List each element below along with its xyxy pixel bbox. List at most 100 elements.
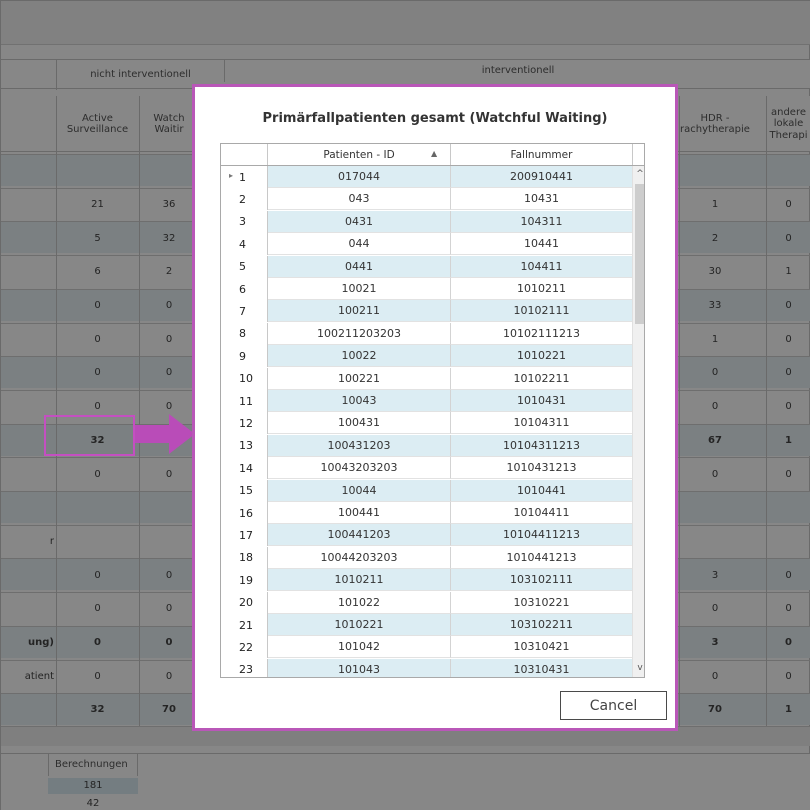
row-number: 19 [221,569,268,592]
background-cell [1,222,56,254]
row-number-label: 11 [239,394,253,408]
table-row[interactable]: 10 100221 10102211 [221,367,633,390]
patient-id-cell[interactable]: 100221 [268,367,451,390]
row-number-label: 5 [239,260,246,274]
case-number-cell[interactable]: 10310221 [451,591,633,614]
case-number-cell[interactable]: 10310431 [451,658,633,677]
background-cell: 0 [785,333,792,345]
case-number-cell[interactable]: 10310421 [451,636,633,659]
patient-id-cell[interactable]: 100441203 [268,524,451,547]
row-number: 8 [221,322,268,345]
patient-id-cell[interactable]: 100441 [268,502,451,524]
case-number-cell[interactable]: 103102211 [451,614,633,636]
case-number-cell[interactable]: 10104411213 [451,524,633,547]
case-number-cell[interactable]: 104411 [451,255,633,278]
case-number-cell[interactable]: 1010211 [451,278,633,300]
vertical-scrollbar[interactable]: ^ v [632,166,644,677]
scrollbar-thumb[interactable] [635,184,644,324]
table-row[interactable]: 9 10022 1010221 [221,345,633,368]
table-row[interactable]: 11 10043 1010431 [221,390,633,412]
case-number-cell[interactable]: 10104411 [451,502,633,524]
patient-id-cell[interactable]: 0441 [268,255,451,278]
patient-id-cell[interactable]: 100211 [268,300,451,323]
case-number-cell[interactable]: 10441 [451,233,633,256]
row-number-label: 12 [239,416,253,430]
table-row[interactable]: 21 1010221 103102211 [221,614,633,636]
patient-id-cell[interactable]: 044 [268,233,451,256]
patient-id-cell[interactable]: 0431 [268,210,451,233]
cancel-button[interactable]: Cancel [560,691,667,720]
patient-id-cell[interactable]: 10022 [268,345,451,368]
patient-id-cell[interactable]: 10044 [268,479,451,502]
background-cell: 1 [785,704,792,716]
background-cell: 0 [785,300,792,312]
patient-id-cell[interactable]: 101043 [268,658,451,677]
table-row[interactable]: 14 10043203203 1010431213 [221,457,633,480]
background-cell: 0 [785,670,792,682]
background-cell [766,155,810,187]
case-number-cell[interactable]: 10431 [451,188,633,211]
table-row[interactable]: 6 10021 1010211 [221,278,633,300]
table-row[interactable]: 8 100211203203 10102111213 [221,322,633,345]
case-number-cell[interactable]: 1010441 [451,479,633,502]
patient-id-cell[interactable]: 017044 [268,166,451,188]
case-number-cell[interactable]: 10102211 [451,367,633,390]
case-number-cell[interactable]: 1010221 [451,345,633,368]
column-header-fallnummer[interactable]: Fallnummer [451,144,633,165]
table-row[interactable]: 4 044 10441 [221,233,633,256]
column-header-label: Fallnummer [510,148,573,161]
patient-id-cell[interactable]: 101022 [268,591,451,614]
annotation-arrow-icon [135,414,195,454]
patient-id-cell[interactable]: 10043 [268,390,451,412]
case-number-cell[interactable]: 1010441213 [451,546,633,569]
patient-data-grid[interactable]: Patienten - ID ▲ Fallnummer ▸ 1 017044 2009… [220,143,645,678]
patient-id-cell[interactable]: 043 [268,188,451,211]
scroll-down-icon[interactable]: v [634,661,644,675]
case-number-cell[interactable]: 10102111 [451,300,633,323]
table-row[interactable]: 3 0431 104311 [221,210,633,233]
background-cell [56,155,139,187]
table-row[interactable]: 22 101042 10310421 [221,636,633,659]
table-row[interactable]: 16 100441 10104411 [221,502,633,524]
background-cell: 36 [162,198,176,210]
case-number-cell[interactable]: 104311 [451,210,633,233]
case-number-cell[interactable]: 10102111213 [451,322,633,345]
table-row[interactable]: 12 100431 10104311 [221,412,633,435]
table-row[interactable]: 20 101022 10310221 [221,591,633,614]
patient-id-cell[interactable]: 1010211 [268,569,451,592]
table-row[interactable]: 23 101043 10310431 [221,658,633,677]
patient-id-cell[interactable]: 10044203203 [268,546,451,569]
col-header-andere-lokale-therapie: andere lokale Therapi [769,106,808,141]
case-number-cell[interactable]: 10104311213 [451,434,633,457]
table-row[interactable]: 17 100441203 10104411213 [221,524,633,547]
case-number-cell[interactable]: 10104311 [451,412,633,435]
bottom-calculations: Berechnungen 181 42 [1,753,810,810]
row-number-label: 1 [239,170,246,184]
row-number: 14 [221,457,268,480]
case-number-cell[interactable]: 200910441 [451,166,633,188]
case-number-cell[interactable]: 1010431213 [451,457,633,480]
scroll-up-icon[interactable]: ^ [634,167,644,181]
background-cell [679,155,751,187]
table-row[interactable]: ▸ 1 017044 200910441 [221,166,633,188]
background-cell [139,155,199,187]
table-row[interactable]: 19 1010211 103102111 [221,569,633,592]
patient-id-cell[interactable]: 100431 [268,412,451,435]
table-row[interactable]: 5 0441 104411 [221,255,633,278]
background-cell: 70 [708,704,722,716]
case-number-cell[interactable]: 103102111 [451,569,633,592]
table-row[interactable]: 13 100431203 10104311213 [221,434,633,457]
table-row[interactable]: 15 10044 1010441 [221,479,633,502]
patient-id-cell[interactable]: 101042 [268,636,451,659]
patient-id-cell[interactable]: 1010221 [268,614,451,636]
table-row[interactable]: 18 10044203203 1010441213 [221,546,633,569]
patient-id-cell[interactable]: 10021 [268,278,451,300]
patient-id-cell[interactable]: 10043203203 [268,457,451,480]
table-row[interactable]: 7 100211 10102111 [221,300,633,323]
patient-id-cell[interactable]: 100431203 [268,434,451,457]
table-row[interactable]: 2 043 10431 [221,188,633,211]
patient-id-cell[interactable]: 100211203203 [268,322,451,345]
column-header-patienten-id[interactable]: Patienten - ID ▲ [268,144,451,165]
row-number: 23 [221,658,268,677]
case-number-cell[interactable]: 1010431 [451,390,633,412]
